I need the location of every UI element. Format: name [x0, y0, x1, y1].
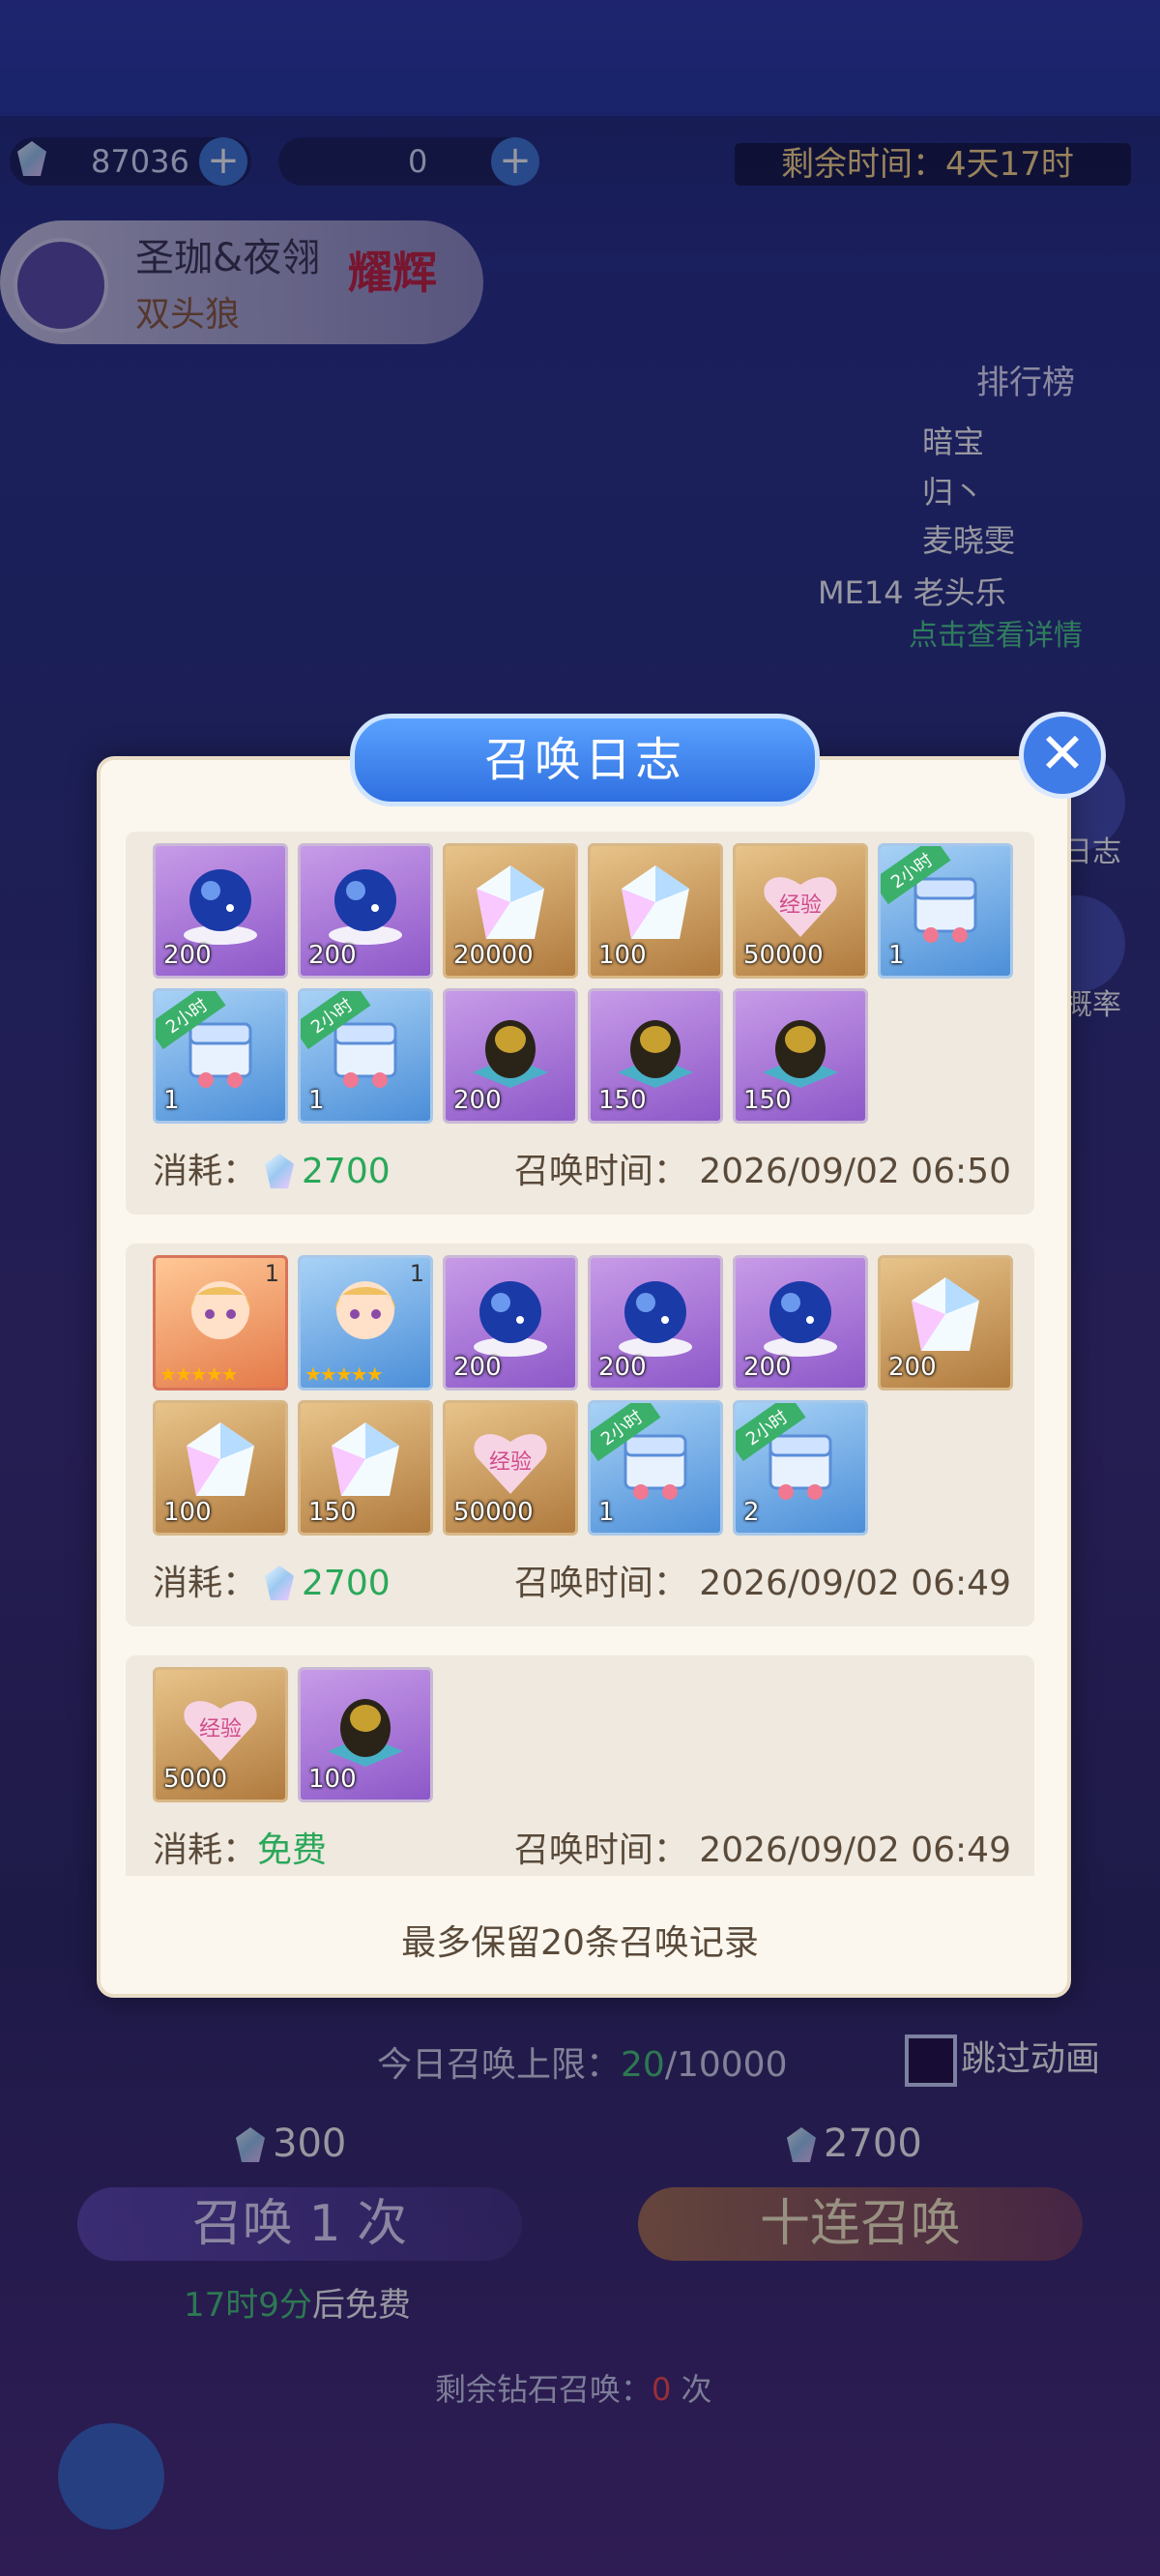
egg-item-tile[interactable]: 150: [733, 988, 868, 1124]
orb-icon: [757, 1272, 844, 1359]
modal-title: 召唤日志: [350, 714, 820, 806]
chest-item-tile[interactable]: 2小时 1: [588, 1400, 723, 1536]
chest-item-tile[interactable]: 2小时 1: [298, 988, 433, 1124]
crystal-item-tile[interactable]: 150: [298, 1400, 433, 1536]
egg-item-tile[interactable]: 150: [588, 988, 723, 1124]
item-quantity: 1: [308, 1086, 325, 1115]
item-quantity: 1: [163, 1086, 180, 1115]
item-quantity: 1: [888, 941, 905, 970]
svg-text:经验: 经验: [779, 893, 822, 918]
crystal-item-tile[interactable]: 20000: [443, 843, 578, 979]
log-entry: 经验 5000 100 消耗：免费 召唤时间： 2026/09/02 06:49: [126, 1655, 1034, 1876]
character-item-tile[interactable]: 1 ★★★★★: [153, 1255, 288, 1390]
log-entry: 1 ★★★★★ 1 ★★★★★ 200 200 200 200 100 150 经验 50000 2小时…: [126, 1244, 1034, 1626]
crystal-icon: [177, 1417, 264, 1504]
svg-text:经验: 经验: [199, 1717, 242, 1742]
item-quantity: 100: [598, 941, 647, 970]
item-quantity: 1: [598, 1498, 615, 1527]
item-level: 1: [264, 1260, 279, 1287]
exp-heart-item-tile[interactable]: 经验 5000: [153, 1667, 288, 1802]
exp-heart-item-tile[interactable]: 经验 50000: [443, 1400, 578, 1536]
log-entry: 200 200 20000 100 经验 50000 2小时 1 2小时 1 2小时 1 200 150 1…: [126, 832, 1034, 1215]
exp-heart-item-tile[interactable]: 经验 50000: [733, 843, 868, 979]
item-quantity: 150: [743, 1086, 792, 1115]
item-quantity: 50000: [743, 941, 824, 970]
entry-time: 召唤时间： 2026/09/02 06:50: [513, 1152, 1011, 1191]
entry-cost: 消耗：免费: [153, 1830, 328, 1870]
crystal-item-tile[interactable]: 100: [153, 1400, 288, 1536]
item-quantity: 200: [453, 1086, 502, 1115]
log-list[interactable]: 200 200 20000 100 经验 50000 2小时 1 2小时 1 2小时 1 200 150 1…: [126, 812, 1034, 1876]
entry-cost: 消耗： 2700: [153, 1152, 391, 1191]
item-quantity: 200: [308, 941, 357, 970]
chest-item-tile[interactable]: 2小时 1: [153, 988, 288, 1124]
egg-icon: [467, 1005, 554, 1092]
orb-item-tile[interactable]: 200: [153, 843, 288, 979]
orb-item-tile[interactable]: 200: [733, 1255, 868, 1390]
item-quantity: 200: [453, 1353, 502, 1382]
item-quantity: 100: [308, 1765, 357, 1794]
crystal-icon: [612, 860, 699, 947]
crystal-item-tile[interactable]: 200: [878, 1255, 1013, 1390]
item-level: 1: [409, 1260, 424, 1287]
chest-item-tile[interactable]: 2小时 1: [878, 843, 1013, 979]
character-item-tile[interactable]: 1 ★★★★★: [298, 1255, 433, 1390]
item-quantity: 200: [743, 1353, 792, 1382]
diamond-icon: [265, 1566, 295, 1600]
item-quantity: 50000: [453, 1498, 534, 1527]
star-rating: ★★★★★: [304, 1362, 384, 1386]
character-icon: [177, 1272, 264, 1359]
character-icon: [322, 1272, 409, 1359]
orb-icon: [467, 1272, 554, 1359]
entry-cost: 消耗： 2700: [153, 1564, 391, 1603]
egg-item-tile[interactable]: 200: [443, 988, 578, 1124]
crystal-item-tile[interactable]: 100: [588, 843, 723, 979]
orb-icon: [177, 860, 264, 947]
item-quantity: 200: [598, 1353, 647, 1382]
diamond-icon: [265, 1154, 295, 1188]
svg-text:经验: 经验: [489, 1450, 532, 1475]
star-rating: ★★★★★: [160, 1362, 239, 1386]
orb-item-tile[interactable]: 200: [588, 1255, 723, 1390]
exp-heart-icon: 经验: [467, 1417, 554, 1504]
item-quantity: 20000: [453, 941, 534, 970]
entry-time: 召唤时间： 2026/09/02 06:49: [513, 1564, 1011, 1603]
crystal-icon: [467, 860, 554, 947]
egg-icon: [322, 1683, 409, 1771]
log-limit-note: 最多保留20条召唤记录: [401, 1923, 759, 1963]
item-quantity: 2: [743, 1498, 760, 1527]
egg-icon: [757, 1005, 844, 1092]
crystal-icon: [322, 1417, 409, 1504]
item-quantity: 200: [888, 1353, 937, 1382]
exp-heart-icon: 经验: [177, 1683, 264, 1771]
chest-item-tile[interactable]: 2小时 2: [733, 1400, 868, 1536]
orb-icon: [322, 860, 409, 947]
egg-item-tile[interactable]: 100: [298, 1667, 433, 1802]
entry-time: 召唤时间： 2026/09/02 06:49: [513, 1830, 1011, 1870]
egg-icon: [612, 1005, 699, 1092]
item-quantity: 150: [598, 1086, 647, 1115]
item-quantity: 5000: [163, 1765, 228, 1794]
item-quantity: 200: [163, 941, 212, 970]
orb-item-tile[interactable]: 200: [443, 1255, 578, 1390]
orb-item-tile[interactable]: 200: [298, 843, 433, 979]
orb-icon: [612, 1272, 699, 1359]
close-icon[interactable]: ✕: [1019, 712, 1106, 799]
crystal-icon: [902, 1272, 989, 1359]
exp-heart-icon: 经验: [757, 860, 844, 947]
item-quantity: 100: [163, 1498, 212, 1527]
item-quantity: 150: [308, 1498, 357, 1527]
